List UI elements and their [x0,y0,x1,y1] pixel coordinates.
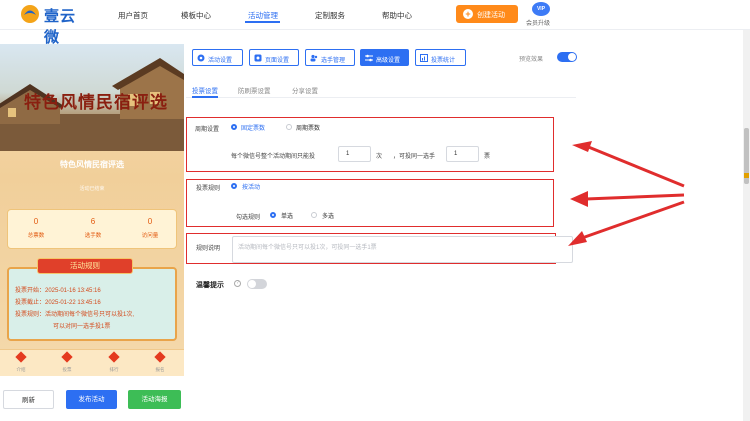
nav-templates[interactable]: 模板中心 [181,10,211,21]
diamond-icon [61,351,73,363]
banner-title: 特色风情民宿评选 [24,93,168,113]
diamond-icon [15,351,27,363]
logo-mark-icon [21,5,39,23]
nav-help[interactable]: 帮助中心 [382,10,412,21]
rule-description-textarea[interactable]: 活动期间每个微信号只可以投1次，可投同一选手1票 [232,236,573,263]
subtab-anti-fraud[interactable]: 防刷票设置 [238,85,271,95]
radio-multi-choice[interactable] [311,212,317,218]
rules-title: 活动规则 [37,258,133,274]
publish-activity-button[interactable]: 发布活动 [66,390,117,409]
radio-fixed-votes[interactable] [231,124,237,130]
create-activity-label: 创建活动 [477,12,505,19]
gear-icon [254,54,262,62]
annotation-arrows [568,141,685,246]
preview-nav-intro[interactable]: 介绍 [6,351,36,373]
preview-effect-toggle[interactable] [557,52,577,62]
radio-by-activity[interactable] [231,183,237,189]
stat-visits: 0 访问量 [141,217,159,239]
radio-periodic-votes[interactable] [286,124,292,130]
rule-start: 投票开始：2025-01-16 13:45:16 [15,288,101,294]
option-single-choice[interactable]: 单选 [281,211,293,220]
arrow-icon [568,200,685,246]
period-sentence-unit: 次 [376,154,383,160]
tab-advanced-settings[interactable]: 高级设置 [360,49,409,66]
tab-vote-stats[interactable]: 投票统计 [415,49,466,66]
description-label: 规则说明 [196,246,221,252]
tab-activity-settings[interactable]: 活动设置 [192,49,243,66]
tip-label: 温馨提示 [196,282,224,289]
preview-stats: 0 总票数 6 选手数 0 访问量 [7,209,177,249]
tab-page-settings[interactable]: 页面设置 [249,49,299,66]
subtab-share-settings[interactable]: 分享设置 [292,85,318,95]
settings-icon [197,54,205,62]
preview-nav-signup[interactable]: 报名 [145,351,175,373]
help-icon[interactable]: ? [234,280,241,287]
rule-label: 投票规则 [196,186,221,192]
activity-poster-button[interactable]: 活动海报 [128,390,181,409]
votes-per-user-input[interactable]: 1 [338,146,371,162]
plus-icon: + [463,9,473,19]
stat-contestants: 6 选手数 [84,217,102,239]
period-sentence-prefix: 每个微信号整个活动期间只能投 [231,154,316,160]
preview-banner: 特色风情民宿评选 [0,44,184,151]
arrow-icon [572,141,685,188]
preview-nav-rank[interactable]: 排行 [99,351,129,373]
subtab-divider [186,97,576,98]
rule-limit-cont: 可以对同一选手投1票 [53,324,111,330]
vip-upgrade-link[interactable]: 会员升级 [526,18,550,27]
nav-custom-service[interactable]: 定制服务 [315,10,345,21]
nav-home[interactable]: 用户首页 [118,10,148,21]
option-periodic-votes[interactable]: 周期票数 [296,123,320,132]
preview-nav-vote[interactable]: 投票 [52,351,82,373]
tab-contestant-manage[interactable]: 选手管理 [305,49,355,66]
diamond-icon [154,351,166,363]
vip-icon[interactable]: VIP [532,2,550,16]
subtab-vote-settings[interactable]: 投票设置 [192,85,218,95]
rule-limit: 投票规则：活动期间每个微信号只可以投1次, [15,312,135,318]
nav-activity-manage[interactable]: 活动管理 [248,10,278,21]
rule-end: 投票截止：2025-01-22 13:45:16 [15,300,101,306]
subtab-active-indicator [192,96,218,98]
period-sentence-middle: ，可投同一选手 [393,154,436,160]
top-navbar: 壹云微 用户首页 模板中心 活动管理 定制服务 帮助中心 + 创建活动 VIP … [0,0,750,46]
period-label: 周期设置 [195,127,220,133]
period-sentence-suffix: 票 [484,154,491,160]
option-fixed-votes[interactable]: 固定票数 [241,123,265,132]
arrow-icon [570,191,685,207]
option-by-activity[interactable]: 按活动 [242,182,260,191]
preview-effect-label: 预览效果 [519,57,544,63]
chart-icon [420,54,428,62]
create-activity-button[interactable]: + 创建活动 [456,5,518,23]
preview-bottom-nav: 介绍 投票 排行 报名 [0,349,184,376]
preview-activity-status: 活动已结束 [79,186,105,192]
preview-activity-name: 特色风情民宿评选 [60,160,124,169]
check-rule-label: 勾选规则 [236,215,261,221]
phone-preview: 特色风情民宿评选 特色风情民宿评选 活动已结束 0 总票数 6 选手数 0 访问… [0,44,184,376]
preview-rules-box: 投票开始：2025-01-16 13:45:16 投票截止：2025-01-22… [7,267,177,341]
nav-active-indicator [245,21,280,23]
radio-single-choice[interactable] [270,212,276,218]
rule-description-placeholder: 活动期间每个微信号只可以投1次，可投同一选手1票 [238,245,377,251]
stat-total-votes: 0 总票数 [27,217,45,239]
refresh-button[interactable]: 刷新 [3,390,54,409]
tip-toggle[interactable] [247,279,267,289]
brand-logo[interactable]: 壹云微 [20,3,90,46]
page-scrollbar[interactable] [743,30,750,421]
option-multi-choice[interactable]: 多选 [322,211,334,220]
diamond-icon [108,351,120,363]
users-icon [310,54,318,62]
brand-name: 壹云微 [44,8,77,46]
same-contestant-votes-input[interactable]: 1 [446,146,479,162]
sliders-icon [365,54,373,62]
